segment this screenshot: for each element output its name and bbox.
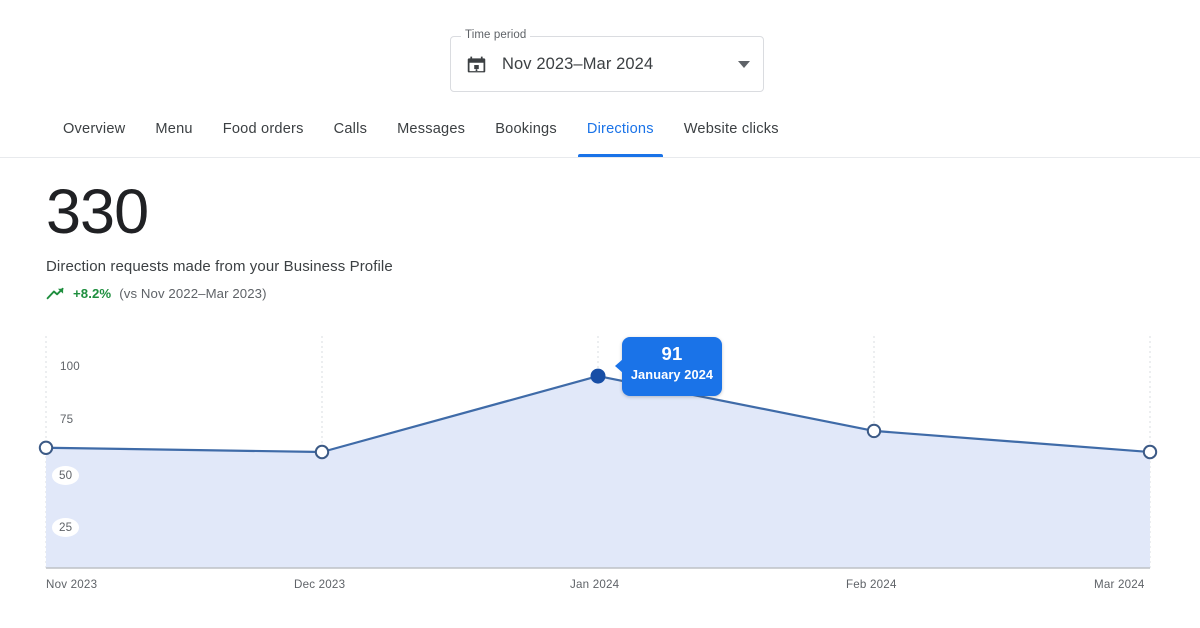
chart-area-fill (46, 376, 1150, 568)
x-axis-label: Nov 2023 (46, 578, 98, 591)
x-axis-label: Dec 2023 (294, 578, 346, 591)
chart-point-highlighted[interactable] (590, 368, 606, 384)
chart-point[interactable] (866, 423, 882, 439)
tooltip-value: 91 (661, 343, 683, 364)
chart-point[interactable] (314, 444, 330, 460)
chart-canvas (38, 336, 1158, 569)
x-axis-label: Mar 2024 (1094, 578, 1145, 591)
y-axis-label: 75 (60, 412, 74, 426)
x-axis-label: Feb 2024 (846, 578, 897, 591)
tooltip-label: January 2024 (630, 367, 714, 382)
y-axis-label: 50 (52, 465, 80, 485)
chart-point[interactable] (38, 440, 54, 455)
chart-tooltip: 91 January 2024 (615, 337, 722, 396)
chart-point[interactable] (1142, 444, 1158, 460)
y-axis-label: 100 (60, 360, 80, 374)
directions-line-chart: 25 50 75 100 Nov 2023 Dec 2023 Jan 2024 Feb 20… (0, 0, 1200, 628)
x-axis-label: Jan 2024 (570, 578, 620, 591)
